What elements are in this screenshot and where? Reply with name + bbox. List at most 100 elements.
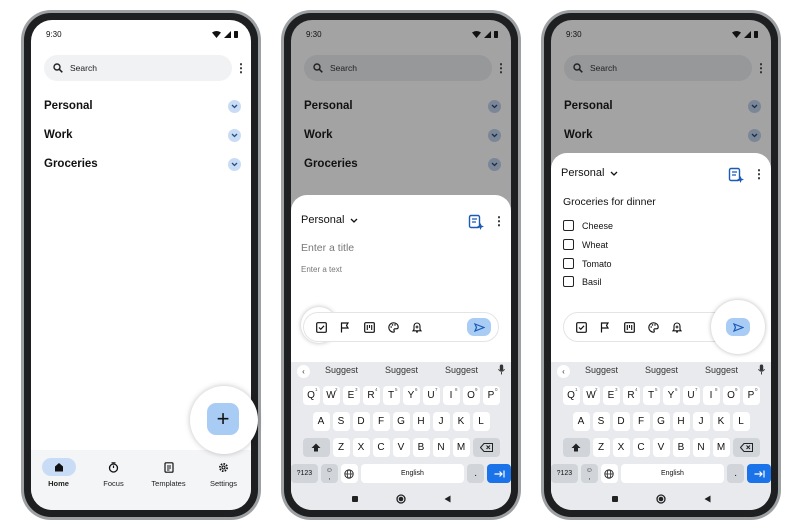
suggestion[interactable]: Suggest [385,365,418,375]
symbols-key[interactable]: ?123 [291,464,318,483]
back-icon[interactable] [704,495,711,503]
key-v[interactable]: V [392,438,410,457]
more-options-icon[interactable]: ⋮ [492,214,506,228]
nav-templates[interactable]: Templates [144,458,194,510]
key-z[interactable]: Z [592,438,610,457]
category-row-groceries[interactable]: Groceries [304,154,501,174]
key-s[interactable]: S [592,412,610,431]
suggestion[interactable]: Suggest [325,365,358,375]
add-note-button[interactable]: + [207,403,239,435]
key-d[interactable]: D [612,412,630,431]
suggestion[interactable]: Suggest [585,365,618,375]
key-n[interactable]: N [432,438,450,457]
key-o[interactable]: O9 [462,386,480,405]
key-u[interactable]: U7 [422,386,440,405]
shift-key[interactable] [562,438,590,457]
chevron-down-icon[interactable] [748,99,761,113]
globe-icon[interactable] [340,464,358,483]
checklist-item[interactable]: Basil [563,276,602,287]
checklist-item[interactable]: Wheat [563,239,608,250]
key-y[interactable]: Y6 [662,386,680,405]
key-s[interactable]: S [332,412,350,431]
category-row-work[interactable]: Work [564,125,761,145]
chevron-down-icon[interactable] [228,128,241,142]
key-q[interactable]: Q1 [302,386,320,405]
note-title[interactable]: Groceries for dinner [563,196,656,208]
chevron-down-icon[interactable] [488,99,501,113]
checklist-icon[interactable] [314,320,328,334]
key-e[interactable]: E3 [342,386,360,405]
checkbox[interactable] [563,258,574,269]
space-key[interactable]: English [360,464,465,483]
key-k[interactable]: K [712,412,730,431]
checklist-item[interactable]: Cheese [563,220,613,231]
text-input[interactable]: Enter a text [301,265,342,274]
key-k[interactable]: K [452,412,470,431]
key-p[interactable]: P0 [742,386,760,405]
chevron-down-icon[interactable] [748,128,761,142]
emoji-comma-key[interactable]: ☺, [320,464,338,483]
key-r[interactable]: R4 [362,386,380,405]
search-bar[interactable]: Search [44,55,232,81]
key-t[interactable]: T5 [382,386,400,405]
flag-icon[interactable] [598,320,612,334]
more-options-icon[interactable]: ⋮ [752,167,766,181]
category-row-work[interactable]: Work [304,125,501,145]
key-v[interactable]: V [652,438,670,457]
search-bar[interactable]: Search [564,55,752,81]
chevron-down-icon[interactable] [488,157,501,171]
key-a[interactable]: A [312,412,330,431]
key-b[interactable]: B [412,438,430,457]
home-circle-icon[interactable] [655,494,666,504]
nav-home[interactable]: Home [34,458,84,510]
chevron-down-icon[interactable] [228,99,241,113]
checkbox[interactable] [563,239,574,250]
reminder-bell-icon[interactable] [410,320,424,334]
globe-icon[interactable] [600,464,618,483]
key-c[interactable]: C [632,438,650,457]
key-f[interactable]: F [632,412,650,431]
category-row-groceries[interactable]: Groceries [44,154,241,174]
key-r[interactable]: R4 [622,386,640,405]
palette-icon[interactable] [646,320,660,334]
key-m[interactable]: M [712,438,730,457]
key-g[interactable]: G [652,412,670,431]
category-row-personal[interactable]: Personal [304,96,501,116]
send-button[interactable] [467,318,491,336]
chevron-down-icon[interactable] [488,128,501,142]
key-h[interactable]: H [412,412,430,431]
ai-note-icon[interactable] [468,214,484,230]
palette-icon[interactable] [386,320,400,334]
more-options-icon[interactable]: ⋮ [754,61,768,75]
emoji-comma-key[interactable]: ☺, [580,464,598,483]
more-options-icon[interactable]: ⋮ [234,61,248,75]
key-x[interactable]: X [612,438,630,457]
microphone-icon[interactable] [758,364,765,375]
enter-key[interactable] [747,464,771,483]
key-w[interactable]: W2 [322,386,340,405]
key-i[interactable]: I8 [442,386,460,405]
key-p[interactable]: P0 [482,386,500,405]
checklist-item[interactable]: Tomato [563,258,612,269]
key-q[interactable]: Q1 [562,386,580,405]
key-j[interactable]: J [432,412,450,431]
nav-settings[interactable]: Settings [199,458,249,510]
back-icon[interactable] [444,495,451,503]
category-selector[interactable]: Personal [301,214,358,226]
key-h[interactable]: H [672,412,690,431]
recents-icon[interactable] [351,496,358,502]
more-options-icon[interactable]: ⋮ [494,61,508,75]
key-b[interactable]: B [672,438,690,457]
key-z[interactable]: Z [332,438,350,457]
key-t[interactable]: T5 [642,386,660,405]
checklist-icon[interactable] [574,320,588,334]
key-x[interactable]: X [352,438,370,457]
suggestion[interactable]: Suggest [705,365,738,375]
space-key[interactable]: English [620,464,725,483]
key-y[interactable]: Y6 [402,386,420,405]
microphone-icon[interactable] [498,364,505,375]
nav-focus[interactable]: Focus [89,458,139,510]
chevron-left-icon[interactable]: ‹ [297,365,310,378]
board-icon[interactable] [622,320,636,334]
checkbox[interactable] [563,276,574,287]
